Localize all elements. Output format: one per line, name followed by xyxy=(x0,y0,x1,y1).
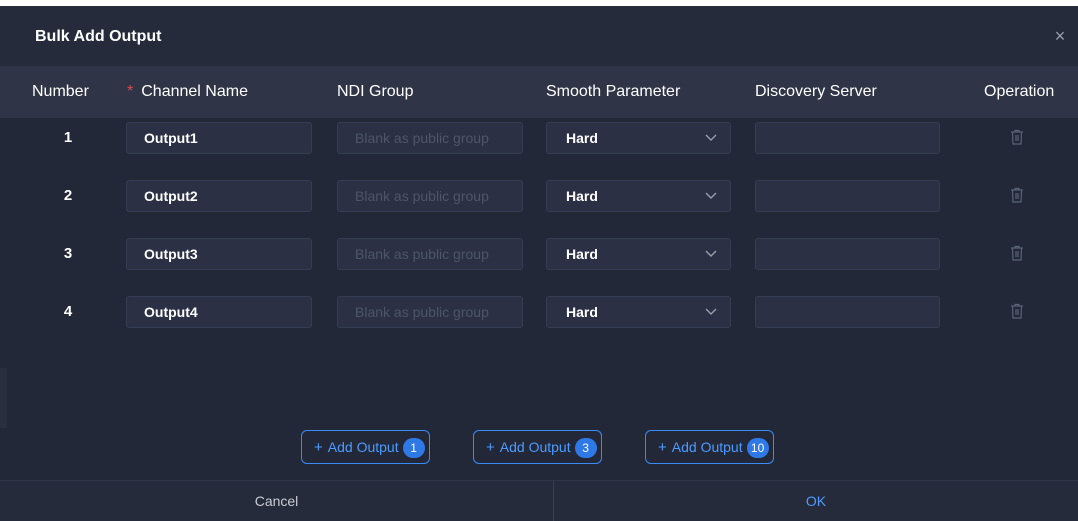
row-number: 1 xyxy=(63,129,73,146)
smooth-parameter-value: Hard xyxy=(566,130,598,146)
table-row: 4 Hard xyxy=(0,294,1078,330)
plus-icon: + xyxy=(658,439,667,456)
discovery-server-input[interactable] xyxy=(755,296,940,328)
add-output-3-button[interactable]: + Add Output 3 xyxy=(473,430,602,464)
channel-name-input[interactable] xyxy=(126,180,312,212)
title-bar: Bulk Add Output × xyxy=(0,6,1078,66)
plus-icon: + xyxy=(314,439,323,456)
chevron-down-icon xyxy=(705,192,717,199)
smooth-parameter-select[interactable]: Hard xyxy=(546,180,731,212)
add-output-label: Add Output xyxy=(499,439,571,455)
chevron-down-icon xyxy=(705,134,717,141)
row-number: 3 xyxy=(63,245,73,262)
column-header-channel-name: * Channel Name xyxy=(127,66,248,118)
trash-icon[interactable] xyxy=(1010,245,1024,261)
table-row: 1 Hard xyxy=(0,120,1078,156)
trash-icon[interactable] xyxy=(1010,303,1024,319)
channel-name-input[interactable] xyxy=(126,296,312,328)
table-header: Number * Channel Name NDI Group Smooth Pa… xyxy=(0,66,1078,118)
ndi-group-input[interactable] xyxy=(337,296,523,328)
count-badge: 3 xyxy=(574,438,597,458)
table-row: 3 Hard xyxy=(0,236,1078,272)
add-output-10-button[interactable]: + Add Output 10 xyxy=(645,430,774,464)
smooth-parameter-value: Hard xyxy=(566,304,598,320)
close-icon[interactable]: × xyxy=(1050,26,1070,46)
ok-button[interactable]: OK xyxy=(554,481,1078,521)
left-edge-divider xyxy=(0,368,7,428)
column-header-discovery-server: Discovery Server xyxy=(755,83,877,100)
required-marker: * xyxy=(127,83,134,100)
dialog-title: Bulk Add Output xyxy=(35,28,162,45)
smooth-parameter-select[interactable]: Hard xyxy=(546,122,731,154)
dialog-footer: Cancel OK xyxy=(0,480,1078,521)
column-header-smooth-parameter: Smooth Parameter xyxy=(546,83,681,100)
column-header-number: Number xyxy=(32,83,89,100)
chevron-down-icon xyxy=(705,250,717,257)
cancel-button[interactable]: Cancel xyxy=(0,481,553,521)
plus-icon: + xyxy=(486,439,495,456)
smooth-parameter-select[interactable]: Hard xyxy=(546,238,731,270)
ndi-group-input[interactable] xyxy=(337,180,523,212)
column-header-ndi-group: NDI Group xyxy=(337,83,414,100)
count-badge: 1 xyxy=(402,438,425,458)
count-badge: 10 xyxy=(746,438,769,458)
table-row: 2 Hard xyxy=(0,178,1078,214)
row-number: 2 xyxy=(63,187,73,204)
smooth-parameter-value: Hard xyxy=(566,188,598,204)
trash-icon[interactable] xyxy=(1010,187,1024,203)
column-header-channel-name-label: Channel Name xyxy=(141,83,248,100)
chevron-down-icon xyxy=(705,308,717,315)
add-output-area: + Add Output 1 + Add Output 3 + Add Output 10 xyxy=(0,368,1078,480)
row-number: 4 xyxy=(63,303,73,320)
ndi-group-input[interactable] xyxy=(337,238,523,270)
discovery-server-input[interactable] xyxy=(755,122,940,154)
column-header-operation: Operation xyxy=(984,83,1055,100)
smooth-parameter-value: Hard xyxy=(566,246,598,262)
add-output-label: Add Output xyxy=(327,439,399,455)
trash-icon[interactable] xyxy=(1010,129,1024,145)
discovery-server-input[interactable] xyxy=(755,180,940,212)
smooth-parameter-select[interactable]: Hard xyxy=(546,296,731,328)
table-body: 1 Hard 2 Hard 3 Har xyxy=(0,118,1078,368)
ndi-group-input[interactable] xyxy=(337,122,523,154)
add-output-label: Add Output xyxy=(671,439,743,455)
add-output-1-button[interactable]: + Add Output 1 xyxy=(301,430,430,464)
bulk-add-output-dialog: Bulk Add Output × Number * Channel Name N… xyxy=(0,6,1078,521)
discovery-server-input[interactable] xyxy=(755,238,940,270)
channel-name-input[interactable] xyxy=(126,122,312,154)
channel-name-input[interactable] xyxy=(126,238,312,270)
